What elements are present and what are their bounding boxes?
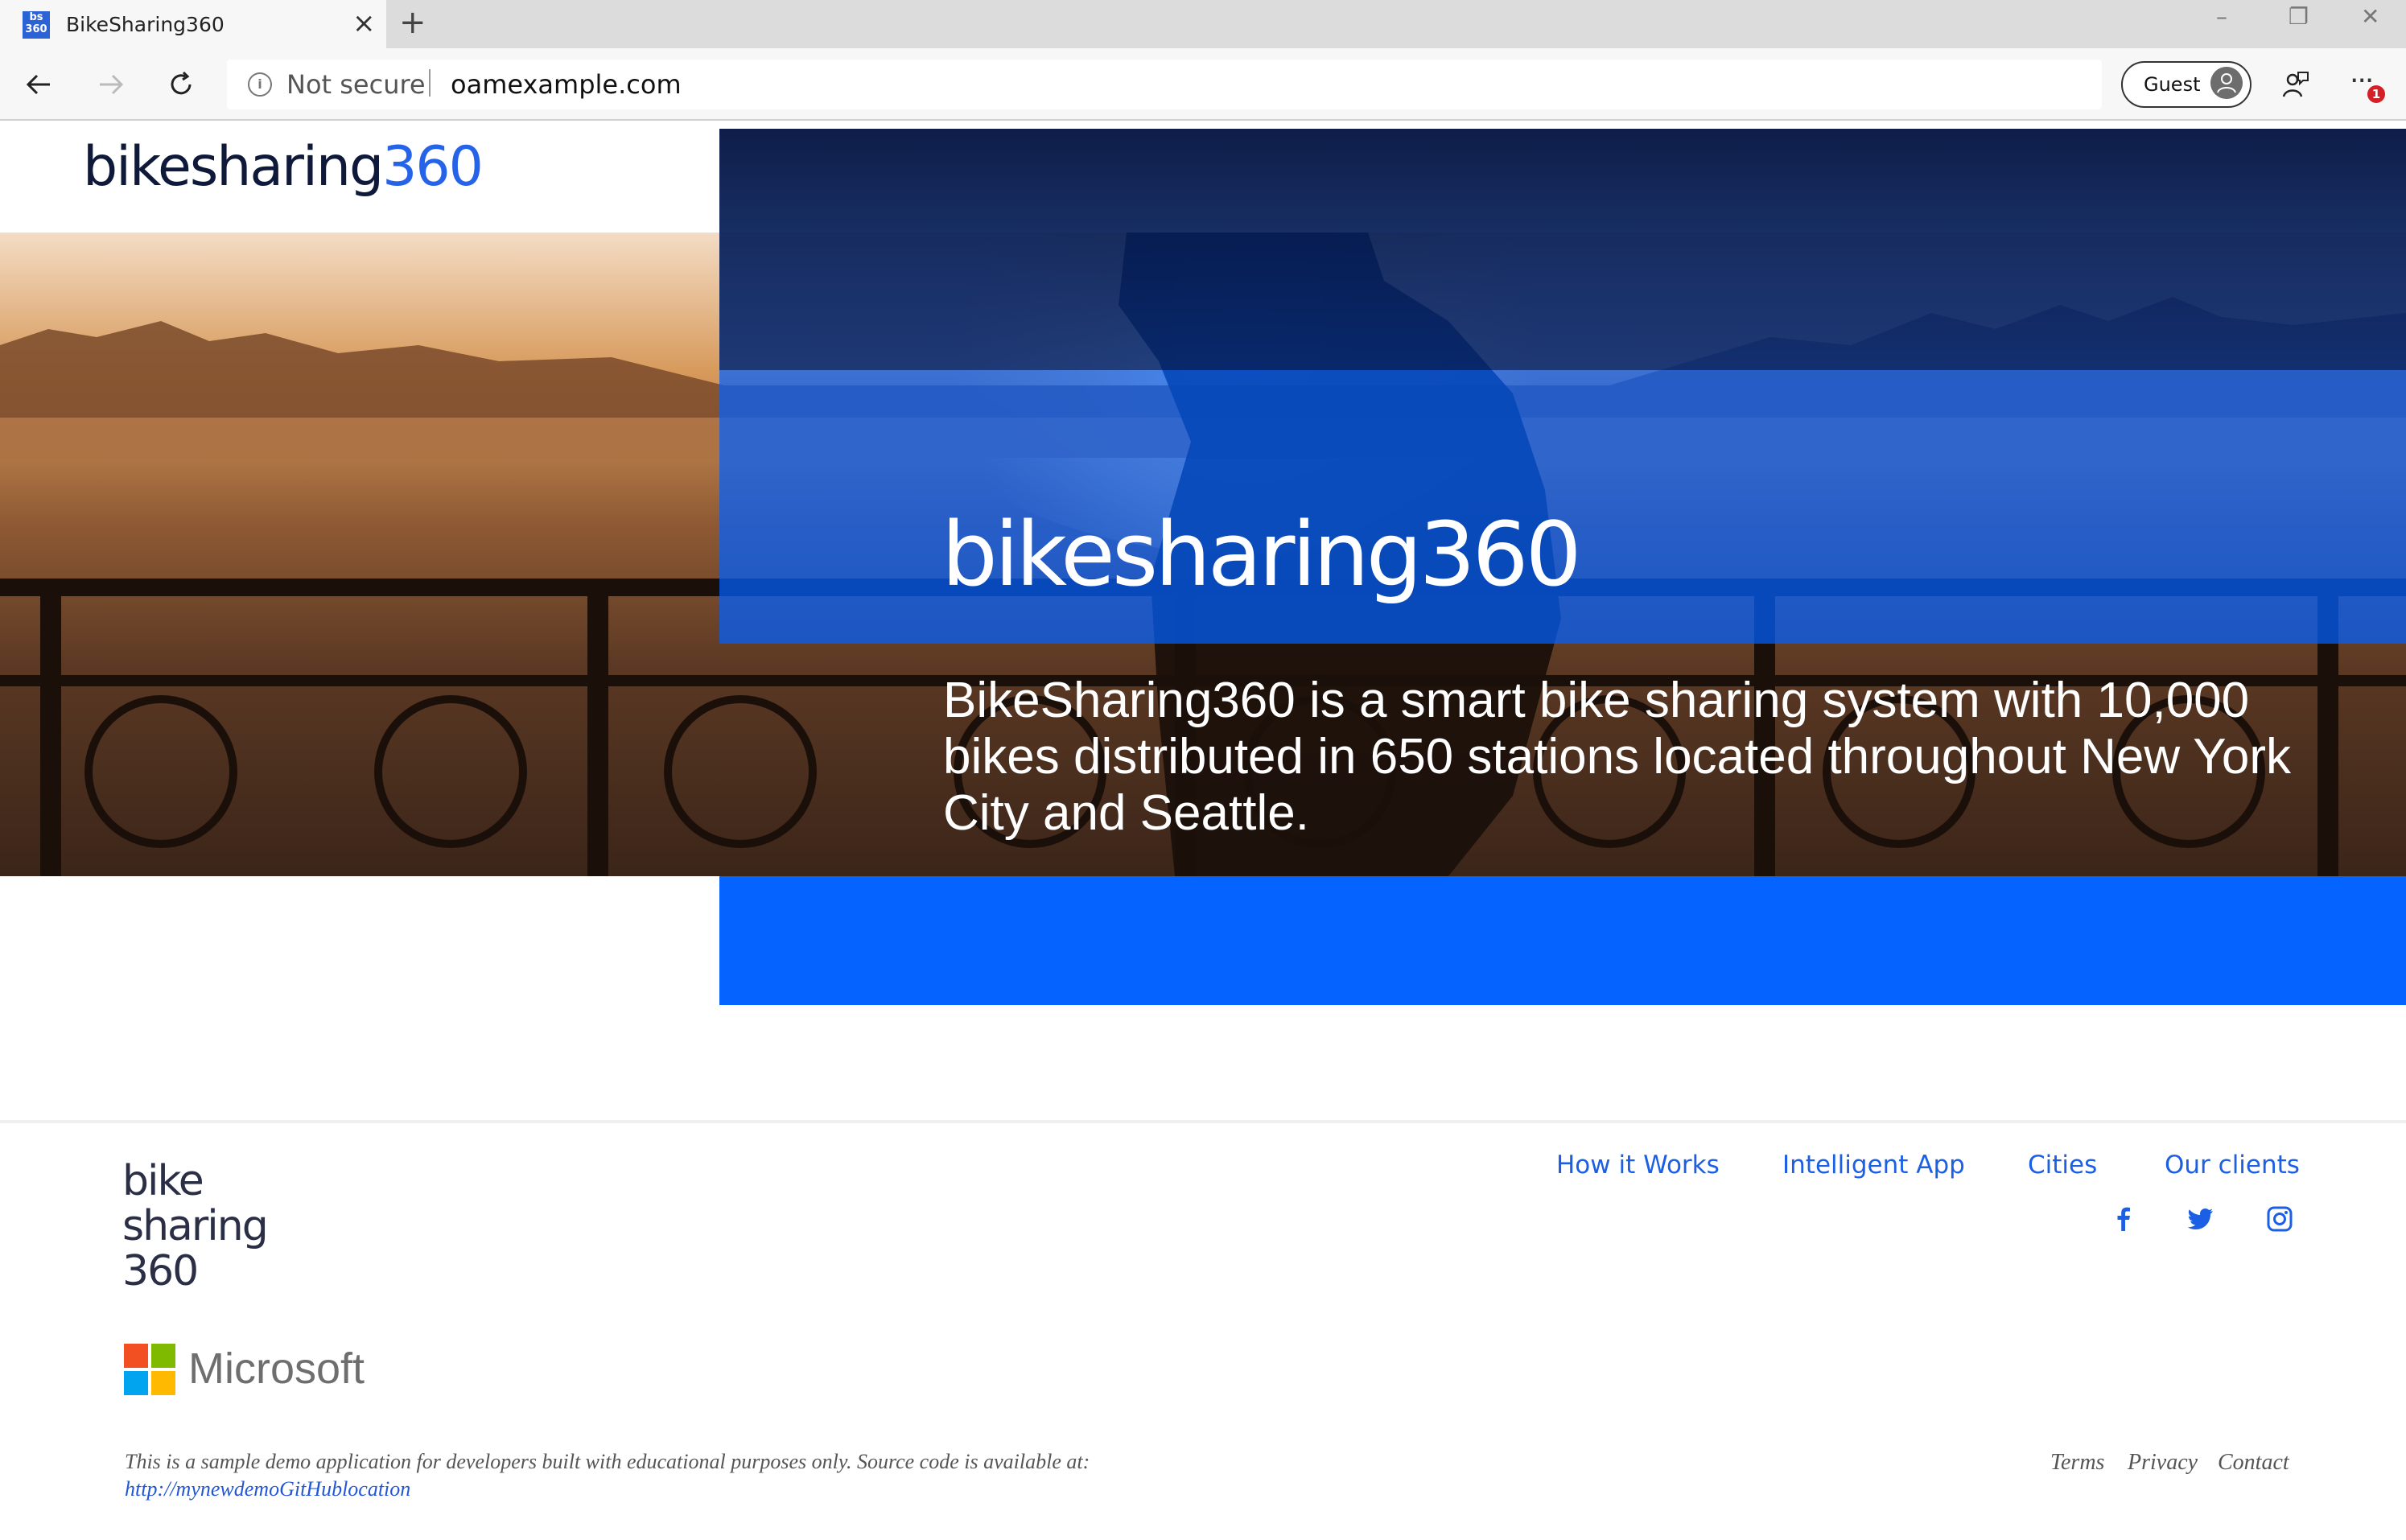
minimize-icon[interactable]: –: [2216, 3, 2227, 30]
notification-badge: 1: [2367, 85, 2385, 103]
profile-label: Guest: [2144, 73, 2201, 96]
avatar-icon: [2210, 67, 2243, 99]
contact-link[interactable]: Contact: [2218, 1450, 2289, 1476]
url-text[interactable]: oamexample.com: [451, 69, 682, 100]
hero-dark-band: [719, 129, 2406, 370]
instagram-icon[interactable]: [2266, 1205, 2293, 1233]
hero-blue-panel: [719, 876, 2406, 1005]
nav-our-clients[interactable]: Our clients: [2165, 1151, 2300, 1180]
nav-cities[interactable]: Cities: [2028, 1151, 2097, 1180]
refresh-icon[interactable]: [163, 66, 200, 103]
forward-icon[interactable]: [92, 66, 129, 103]
site-logo-number: 360: [382, 135, 484, 199]
twitter-icon[interactable]: [2187, 1205, 2214, 1233]
footer-logo-line: 360: [122, 1247, 199, 1295]
window-close-icon[interactable]: ✕: [2361, 3, 2379, 30]
close-tab-icon[interactable]: ×: [352, 8, 376, 39]
source-code-link[interactable]: http://mynewdemoGitHublocation: [125, 1477, 410, 1501]
tab-title[interactable]: BikeSharing360: [66, 13, 225, 36]
footer-logo-line: bike: [122, 1157, 204, 1205]
back-icon[interactable]: [21, 66, 58, 103]
new-tab-button[interactable]: +: [399, 5, 426, 40]
microsoft-wordmark: Microsoft: [188, 1344, 365, 1393]
disclaimer-text: This is a sample demo application for de…: [125, 1450, 1090, 1473]
microsoft-logo-icon: [124, 1344, 175, 1395]
site-logo-text: bikesharing: [83, 135, 384, 199]
privacy-link[interactable]: Privacy: [2128, 1450, 2198, 1476]
info-icon[interactable]: i: [248, 72, 272, 97]
footer-divider: [0, 1120, 2406, 1123]
terms-link[interactable]: Terms: [2050, 1450, 2104, 1476]
hero-logo: bikesharing360: [941, 503, 1582, 606]
address-divider: [429, 69, 431, 97]
feedback-icon[interactable]: [2279, 69, 2311, 101]
security-status[interactable]: Not secure: [286, 69, 426, 100]
restore-icon[interactable]: ❐: [2289, 3, 2309, 30]
facebook-icon[interactable]: [2110, 1205, 2137, 1233]
footer-logo-line: sharing: [122, 1202, 269, 1250]
site-logo[interactable]: bikesharing360: [83, 135, 484, 199]
nav-intelligent-app[interactable]: Intelligent App: [1782, 1151, 1965, 1180]
nav-how-it-works[interactable]: How it Works: [1556, 1151, 1720, 1180]
hero-description: BikeSharing360 is a smart bike sharing s…: [943, 673, 2292, 841]
footer-logo[interactable]: bike sharing 360: [122, 1159, 315, 1294]
favicon-icon: bs 360: [23, 11, 50, 39]
